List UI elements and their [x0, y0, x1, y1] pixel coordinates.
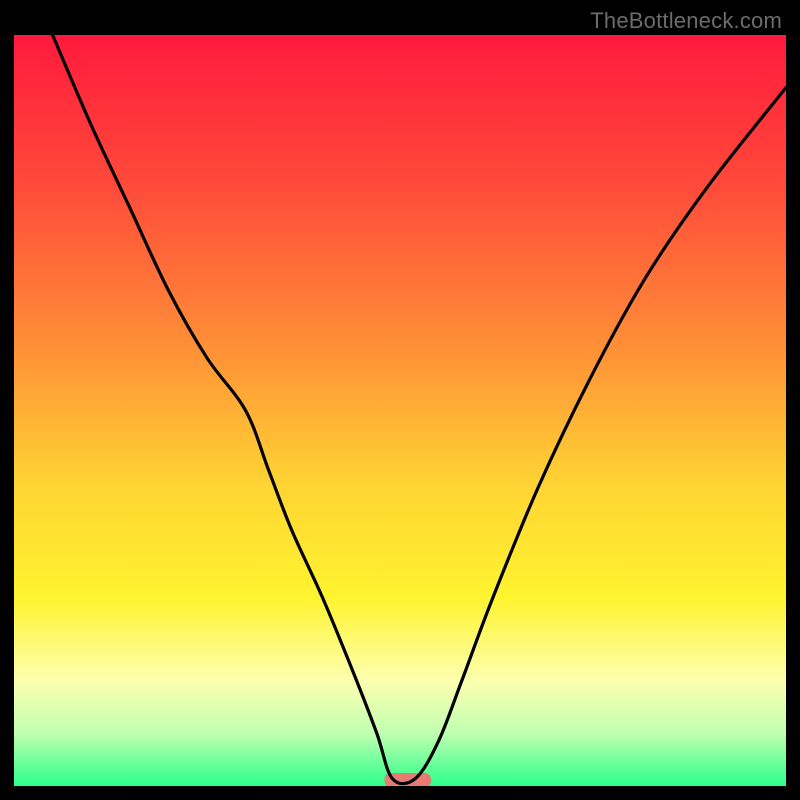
bottleneck-chart [14, 35, 786, 786]
watermark-text: TheBottleneck.com [590, 8, 782, 34]
chart-background [14, 35, 786, 786]
chart-frame [14, 35, 786, 786]
